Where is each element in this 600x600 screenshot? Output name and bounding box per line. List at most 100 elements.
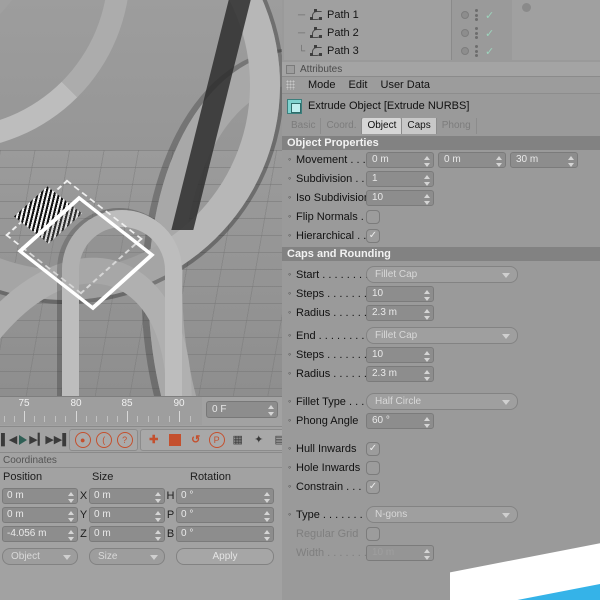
- hull-inwards-checkbox[interactable]: ✓: [366, 441, 380, 456]
- visibility-row[interactable]: ✓: [458, 24, 508, 42]
- rotation-h-field[interactable]: 0 °: [176, 487, 274, 504]
- rotate-icon[interactable]: ↺: [186, 430, 205, 449]
- rotation-p-field[interactable]: 0 °: [176, 506, 274, 523]
- movement-x-spinner-icon[interactable]: [423, 155, 430, 167]
- position-z-field[interactable]: -4.056 m: [2, 525, 78, 542]
- position-z-spinner-icon[interactable]: [67, 529, 74, 541]
- list-item[interactable]: ─ Path 1: [284, 6, 451, 24]
- flip-normals-checkbox[interactable]: ✓: [366, 209, 380, 224]
- end-radius-spinner-icon[interactable]: [423, 369, 430, 381]
- width-spinner-icon[interactable]: [423, 548, 430, 560]
- phong-angle-field[interactable]: 60 °: [366, 412, 434, 429]
- tab-phong[interactable]: Phong: [436, 118, 477, 134]
- visibility-row[interactable]: ✓: [458, 6, 508, 24]
- rotation-b-field[interactable]: 0 °: [176, 525, 274, 542]
- timeline-bar[interactable]: 75 80 85 90 0 F: [0, 396, 282, 426]
- timeline-ruler[interactable]: 75 80 85 90: [0, 397, 202, 425]
- hierarchical-checkbox[interactable]: ✓: [366, 228, 380, 243]
- size-z-field[interactable]: 0 m: [89, 525, 165, 542]
- scale-icon[interactable]: [165, 430, 184, 449]
- position-y-spinner-icon[interactable]: [67, 510, 74, 522]
- end-steps-spinner-icon[interactable]: [423, 350, 430, 362]
- type-select[interactable]: N-gons: [366, 506, 518, 523]
- enabled-check-icon[interactable]: ✓: [485, 9, 494, 22]
- rotation-p-spinner-icon[interactable]: [263, 510, 270, 522]
- size-y-field[interactable]: 0 m: [89, 506, 165, 523]
- object-visibility-column[interactable]: ✓ ✓ ✓: [458, 0, 508, 60]
- size-z-spinner-icon[interactable]: [154, 529, 161, 541]
- fillet-type-select[interactable]: Half Circle: [366, 393, 518, 410]
- start-radius-field[interactable]: 2.3 m: [366, 304, 434, 321]
- enabled-check-icon[interactable]: ✓: [485, 27, 494, 40]
- to-start-icon[interactable]: ▌◀: [1, 430, 17, 449]
- selected-extrude-object[interactable]: [5, 179, 155, 323]
- size-x-field[interactable]: 0 m: [89, 487, 165, 504]
- menu-mode[interactable]: Mode: [308, 79, 336, 91]
- coordinate-mode-select[interactable]: Object: [2, 548, 78, 565]
- visibility-dot-icon[interactable]: [461, 11, 469, 19]
- rotation-b-spinner-icon[interactable]: [263, 529, 270, 541]
- tab-coord[interactable]: Coord.: [321, 118, 363, 134]
- size-x-spinner-icon[interactable]: [154, 491, 161, 503]
- constrain-checkbox[interactable]: ✓: [366, 479, 380, 494]
- viewport-3d[interactable]: [0, 0, 282, 396]
- position-x-spinner-icon[interactable]: [67, 491, 74, 503]
- position-y-field[interactable]: 0 m: [2, 506, 78, 523]
- to-end-icon[interactable]: ▶▶▌: [45, 430, 70, 449]
- magnet-icon[interactable]: ✦: [249, 430, 268, 449]
- keyframe-help-icon[interactable]: ?: [115, 430, 134, 449]
- visibility-row[interactable]: ✓: [458, 42, 508, 60]
- movement-y-spinner-icon[interactable]: [495, 155, 502, 167]
- end-cap-select[interactable]: Fillet Cap: [366, 327, 518, 344]
- iso-subdivision-spinner-icon[interactable]: [423, 193, 430, 205]
- animation-toolbar[interactable]: ▌◀ ▶▎ ▶▶▌ ● ( ? ✚ ↺ P ▦ ✦ ▤: [0, 426, 294, 452]
- hole-inwards-checkbox[interactable]: ✓: [366, 460, 380, 475]
- start-radius-spinner-icon[interactable]: [423, 308, 430, 320]
- window-menu-icon[interactable]: [286, 64, 295, 74]
- object-tree[interactable]: ─ Path 1 ─ Path 2 └ Path 3: [284, 0, 452, 60]
- parametric-icon[interactable]: P: [207, 430, 226, 449]
- visibility-dot-icon[interactable]: [461, 47, 469, 55]
- menu-edit[interactable]: Edit: [349, 79, 368, 91]
- width-field[interactable]: 10 m: [366, 544, 434, 561]
- tab-caps[interactable]: Caps: [402, 118, 437, 134]
- enabled-check-icon[interactable]: ✓: [485, 45, 494, 58]
- start-steps-field[interactable]: 10: [366, 285, 434, 302]
- movement-y-field[interactable]: 0 m: [438, 151, 506, 168]
- end-steps-field[interactable]: 10: [366, 346, 434, 363]
- start-cap-select[interactable]: Fillet Cap: [366, 266, 518, 283]
- tab-basic[interactable]: Basic: [286, 118, 322, 134]
- list-item[interactable]: ─ Path 2: [284, 24, 451, 42]
- attributes-tabs[interactable]: Basic Coord. Object Caps Phong: [282, 118, 600, 134]
- position-x-field[interactable]: 0 m: [2, 487, 78, 504]
- movement-z-spinner-icon[interactable]: [567, 155, 574, 167]
- size-mode-select[interactable]: Size: [89, 548, 165, 565]
- visibility-dot-icon[interactable]: [461, 29, 469, 37]
- play-icon[interactable]: [19, 430, 28, 449]
- menu-user-data[interactable]: User Data: [381, 79, 431, 91]
- apply-button[interactable]: Apply: [176, 548, 274, 565]
- current-frame-field[interactable]: 0 F: [206, 401, 278, 418]
- movement-x-field[interactable]: 0 m: [366, 151, 434, 168]
- autokey-icon[interactable]: (: [94, 430, 113, 449]
- frame-spinner-icon[interactable]: [267, 405, 274, 416]
- move-icon[interactable]: ✚: [144, 430, 163, 449]
- movement-z-field[interactable]: 30 m: [510, 151, 578, 168]
- size-y-spinner-icon[interactable]: [154, 510, 161, 522]
- end-radius-field[interactable]: 2.3 m: [366, 365, 434, 382]
- tab-object[interactable]: Object: [362, 118, 403, 134]
- iso-subdivision-field[interactable]: 10: [366, 189, 434, 206]
- record-icon[interactable]: ●: [73, 430, 92, 449]
- rotation-h-spinner-icon[interactable]: [263, 491, 270, 503]
- step-forward-icon[interactable]: ▶▎: [29, 430, 46, 449]
- list-item[interactable]: └ Path 3: [284, 42, 451, 60]
- grip-icon[interactable]: [286, 80, 295, 90]
- points-icon[interactable]: ▦: [228, 430, 247, 449]
- regular-grid-checkbox[interactable]: ✓: [366, 526, 380, 541]
- axis-label-y: Y: [79, 508, 88, 521]
- start-steps-spinner-icon[interactable]: [423, 289, 430, 301]
- phong-angle-spinner-icon[interactable]: [423, 416, 430, 428]
- subdivision-field[interactable]: 1: [366, 170, 434, 187]
- subdivision-spinner-icon[interactable]: [423, 174, 430, 186]
- timeline-minor-tick: [44, 416, 45, 422]
